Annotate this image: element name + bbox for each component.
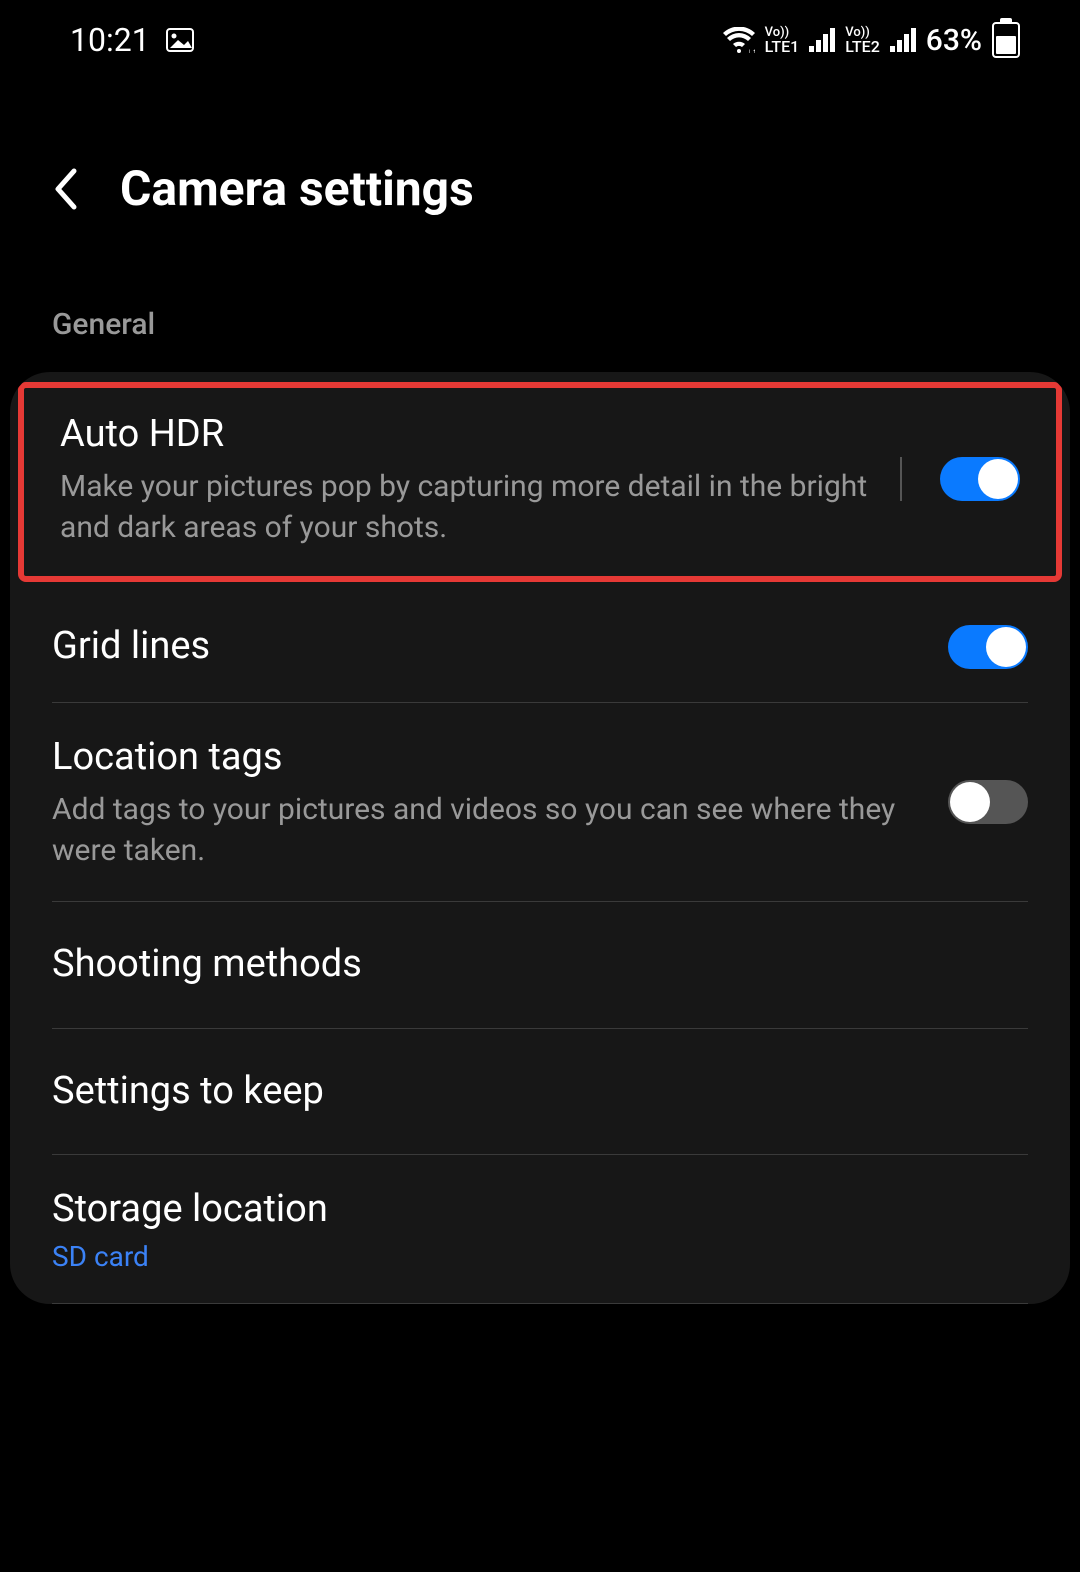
setting-title: Location tags	[52, 733, 928, 782]
setting-title: Grid lines	[52, 622, 928, 671]
battery-icon	[992, 22, 1020, 58]
setting-text: Settings to keep	[52, 1067, 1028, 1116]
status-time: 10:21	[70, 21, 150, 59]
setting-text: Auto HDR Make your pictures pop by captu…	[60, 410, 880, 548]
battery-percent: 63%	[926, 23, 982, 58]
page-header: Camera settings	[0, 80, 1080, 257]
status-bar: 10:21 ↓↑ Vo)) LTE1 Vo)) LTE2 63%	[0, 0, 1080, 80]
setting-title: Storage location	[52, 1185, 1028, 1234]
signal2-icon	[890, 28, 916, 52]
setting-auto-hdr[interactable]: Auto HDR Make your pictures pop by captu…	[24, 388, 1056, 576]
status-left: 10:21	[70, 21, 194, 59]
status-right: ↓↑ Vo)) LTE1 Vo)) LTE2 63%	[723, 22, 1020, 58]
setting-storage-location[interactable]: Storage location SD card	[10, 1155, 1070, 1303]
setting-title: Auto HDR	[60, 410, 880, 459]
setting-text: Grid lines	[52, 622, 928, 671]
location-tags-toggle[interactable]	[948, 780, 1028, 824]
setting-location-tags[interactable]: Location tags Add tags to your pictures …	[10, 703, 1070, 901]
setting-value: SD card	[52, 1240, 1028, 1273]
grid-lines-toggle[interactable]	[948, 625, 1028, 669]
settings-card: Auto HDR Make your pictures pop by captu…	[10, 372, 1070, 1304]
setting-settings-to-keep[interactable]: Settings to keep	[10, 1029, 1070, 1154]
signal1-icon	[809, 28, 835, 52]
setting-title: Shooting methods	[52, 940, 1028, 989]
auto-hdr-toggle[interactable]	[940, 457, 1020, 501]
setting-grid-lines[interactable]: Grid lines	[10, 592, 1070, 701]
vertical-divider	[900, 457, 902, 501]
setting-text: Storage location SD card	[52, 1185, 1028, 1273]
setting-description: Make your pictures pop by capturing more…	[60, 467, 880, 548]
section-header: General	[0, 257, 1080, 372]
divider	[52, 1303, 1028, 1304]
wifi-icon: ↓↑	[723, 27, 755, 53]
lte1-label: Vo)) LTE1	[765, 26, 800, 55]
setting-shooting-methods[interactable]: Shooting methods	[10, 902, 1070, 1027]
lte2-label: Vo)) LTE2	[845, 26, 880, 55]
image-icon	[166, 28, 194, 52]
highlight-box: Auto HDR Make your pictures pop by captu…	[18, 382, 1062, 582]
page-title: Camera settings	[120, 160, 474, 217]
setting-text: Shooting methods	[52, 940, 1028, 989]
setting-title: Settings to keep	[52, 1067, 1028, 1116]
svg-text:↓↑: ↓↑	[747, 47, 755, 53]
setting-text: Location tags Add tags to your pictures …	[52, 733, 928, 871]
setting-description: Add tags to your pictures and videos so …	[52, 790, 928, 871]
back-icon[interactable]	[50, 165, 80, 213]
